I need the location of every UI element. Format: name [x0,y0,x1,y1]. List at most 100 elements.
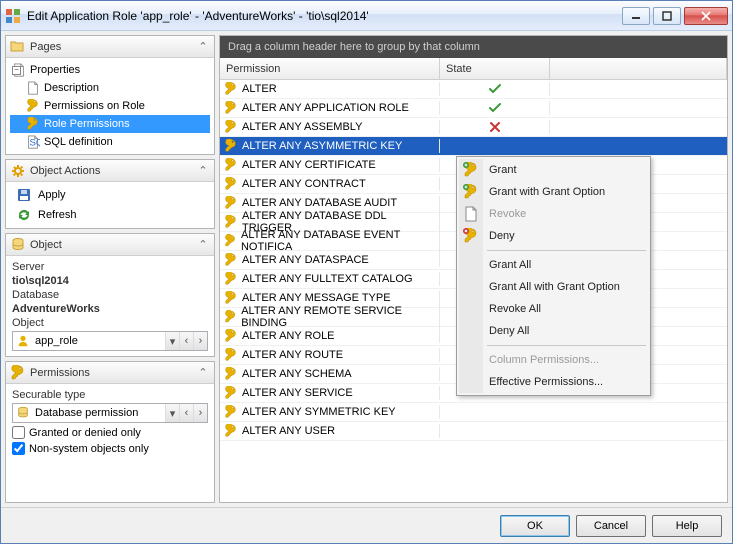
key-icon [224,139,238,153]
combo-dropdown[interactable]: ▾ [165,332,179,350]
ok-button[interactable]: OK [500,515,570,537]
grid-header: Permission State [220,58,727,80]
context-menu: GrantGrant with Grant OptionRevokeDeny Gr… [456,156,651,396]
grid-row[interactable]: ALTER [220,80,727,99]
securable-type-value: Database permission [33,407,165,419]
combo-next[interactable]: › [193,404,207,422]
key-icon [224,310,237,324]
db-icon [16,406,30,420]
pages-title: Pages [30,41,61,53]
refresh-icon [16,207,32,223]
object-panel: Object ⌃ Server tio\sql2014 Database Adv… [5,233,215,357]
page-item[interactable]: Role Permissions [10,115,210,133]
key-icon [224,234,237,248]
tree-expand-icon[interactable]: − [12,66,21,75]
key-icon [224,424,238,438]
role-icon [16,334,30,348]
key-icon [224,177,238,191]
securable-type-label: Securable type [12,389,208,401]
database-label: Database [12,289,208,301]
collapse-icon[interactable]: ⌃ [196,238,210,252]
key-icon [224,348,238,362]
grant-icon [463,162,479,178]
menu-item[interactable]: Deny All [459,320,648,342]
key-icon [26,117,40,131]
actions-panel: Object Actions ⌃ ApplyRefresh [5,159,215,229]
key-icon [10,365,26,381]
key-icon [224,386,238,400]
collapse-icon[interactable]: ⌃ [196,164,210,178]
combo-prev[interactable]: ‹ [179,332,193,350]
action-refresh[interactable]: Refresh [10,205,210,225]
menu-item[interactable]: Grant with Grant Option [459,181,648,203]
key-icon [224,82,238,96]
key-icon [224,101,238,115]
deny-icon [463,228,479,244]
collapse-icon[interactable]: ⌃ [196,366,210,380]
object-value: app_role [33,335,165,347]
key-icon [224,367,238,381]
combo-dropdown[interactable]: ▾ [165,404,179,422]
db-icon [10,237,26,253]
key-icon [224,405,238,419]
permissions-title: Permissions [30,367,90,379]
non-system-checkbox[interactable]: Non-system objects only [12,442,208,455]
revoke-icon [463,206,479,222]
grid-row[interactable]: ALTER ANY SYMMETRIC KEY [220,403,727,422]
maximize-button[interactable] [653,7,681,25]
menu-item: Column Permissions... [459,349,648,371]
permission-grid: Drag a column header here to group by th… [219,35,728,503]
folder-icon [10,39,26,55]
object-title: Object [30,239,62,251]
key-icon [224,196,238,210]
menu-item[interactable]: Revoke All [459,298,648,320]
menu-item[interactable]: Grant All [459,254,648,276]
minimize-button[interactable] [622,7,650,25]
object-combo[interactable]: app_role ▾ ‹ › [12,331,208,351]
page-item[interactable]: Description [10,79,210,97]
database-value: AdventureWorks [12,303,208,315]
combo-next[interactable]: › [193,332,207,350]
page-item[interactable]: −Properties [10,61,210,79]
grid-row[interactable]: ALTER ANY APPLICATION ROLE [220,99,727,118]
key-icon [224,215,238,229]
combo-prev[interactable]: ‹ [179,404,193,422]
doc-icon [26,81,40,95]
grant-opt-icon [463,184,479,200]
menu-item[interactable]: Effective Permissions... [459,371,648,393]
sql-icon [26,135,40,149]
page-item[interactable]: SQL definition [10,133,210,151]
pages-panel: Pages ⌃ −PropertiesDescriptionPermission… [5,35,215,155]
col-permission[interactable]: Permission [220,58,440,79]
group-by-bar[interactable]: Drag a column header here to group by th… [220,36,727,58]
object-label: Object [12,317,208,329]
menu-item[interactable]: Grant All with Grant Option [459,276,648,298]
cancel-button[interactable]: Cancel [576,515,646,537]
key-icon [224,158,238,172]
grid-row[interactable]: ALTER ANY ASSEMBLY [220,118,727,137]
collapse-icon[interactable]: ⌃ [196,40,210,54]
menu-item[interactable]: Grant [459,159,648,181]
granted-only-checkbox[interactable]: Granted or denied only [12,426,208,439]
col-state[interactable]: State [440,58,550,79]
key-icon [224,120,238,134]
close-button[interactable] [684,7,728,25]
actions-title: Object Actions [30,165,100,177]
menu-item[interactable]: Deny [459,225,648,247]
server-value: tio\sql2014 [12,275,208,287]
check-icon [488,101,502,115]
window: Edit Application Role 'app_role' - 'Adve… [0,0,733,544]
grid-row[interactable]: ALTER ANY USER [220,422,727,441]
dialog-footer: OK Cancel Help [1,507,732,543]
help-button[interactable]: Help [652,515,722,537]
app-icon [5,8,21,24]
grid-row[interactable]: ALTER ANY ASYMMETRIC KEY [220,137,727,156]
securable-type-combo[interactable]: Database permission ▾ ‹ › [12,403,208,423]
server-label: Server [12,261,208,273]
page-item[interactable]: Permissions on Role [10,97,210,115]
permissions-panel: Permissions ⌃ Securable type Database pe… [5,361,215,503]
menu-item: Revoke [459,203,648,225]
window-title: Edit Application Role 'app_role' - 'Adve… [27,9,622,23]
gear-icon [10,163,26,179]
action-apply[interactable]: Apply [10,185,210,205]
